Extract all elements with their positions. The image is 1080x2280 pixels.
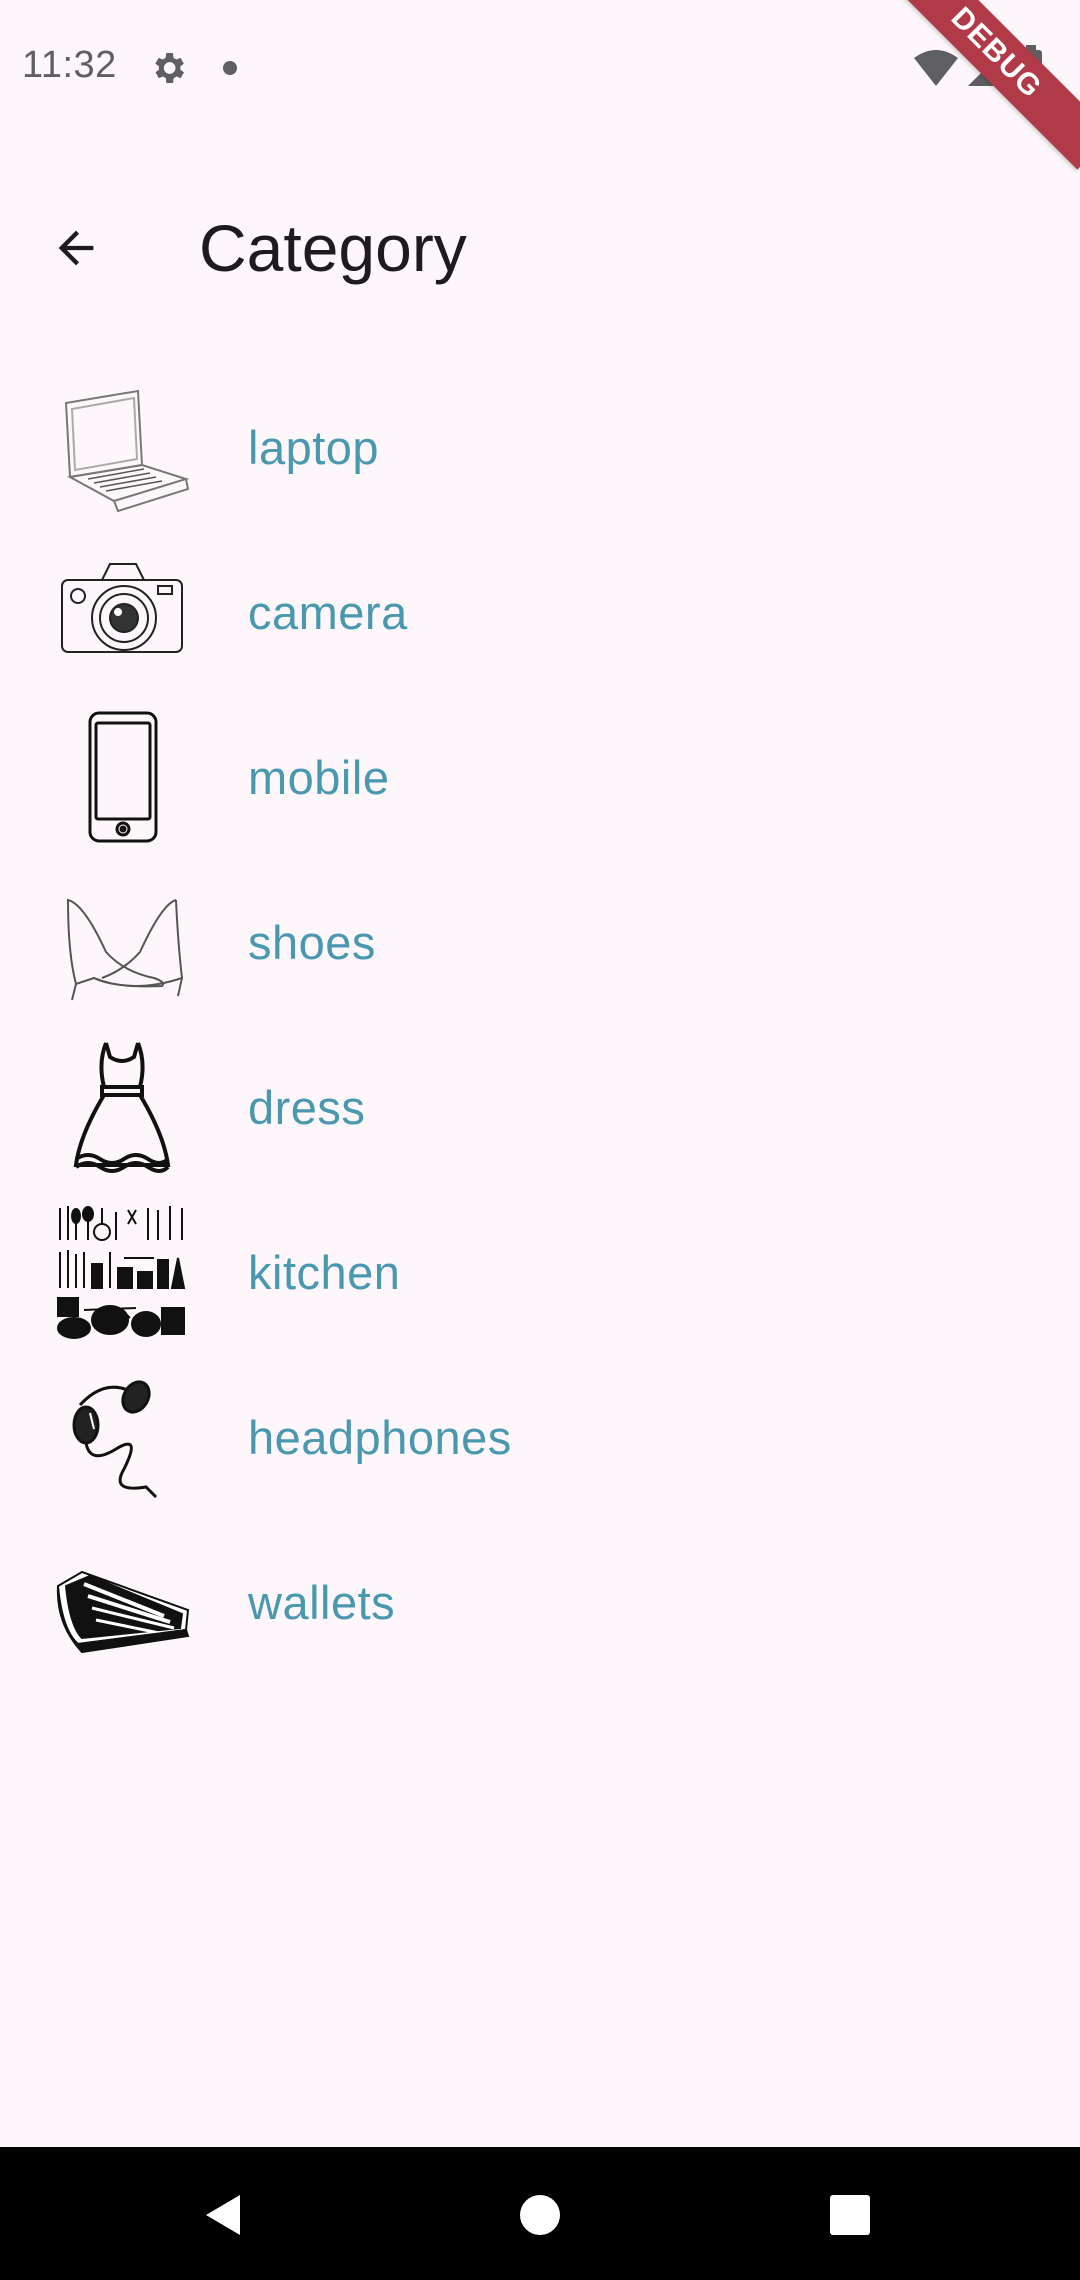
kitchen-icon	[52, 1202, 192, 1342]
category-item-laptop[interactable]: laptop	[0, 365, 1080, 530]
nav-home-button[interactable]	[502, 2177, 578, 2253]
app-bar: Category	[0, 180, 1080, 312]
category-label: wallets	[248, 1576, 396, 1629]
mobile-icon	[52, 707, 192, 847]
category-list: laptop camera mobile shoes dress kitchen…	[0, 365, 1080, 1685]
camera-icon	[52, 542, 192, 682]
arrow-back-icon	[58, 230, 94, 266]
recents-square-icon	[830, 2195, 870, 2235]
notification-dot-icon	[223, 61, 237, 75]
category-item-wallets[interactable]: wallets	[0, 1520, 1080, 1685]
category-label: camera	[248, 586, 408, 639]
category-item-camera[interactable]: camera	[0, 530, 1080, 695]
category-item-mobile[interactable]: mobile	[0, 695, 1080, 860]
home-circle-icon	[520, 2195, 560, 2235]
back-button[interactable]	[38, 210, 114, 286]
nav-recents-button[interactable]	[812, 2177, 888, 2253]
gear-icon	[155, 53, 184, 83]
category-item-kitchen[interactable]: kitchen	[0, 1190, 1080, 1355]
laptop-icon	[52, 377, 192, 517]
shoes-icon	[52, 872, 192, 1012]
status-bar: 11:32	[0, 0, 1080, 135]
dress-icon	[52, 1037, 192, 1177]
page-title: Category	[199, 211, 467, 285]
category-label: shoes	[248, 916, 376, 969]
category-label: kitchen	[248, 1246, 401, 1299]
wallets-icon	[52, 1532, 192, 1672]
category-screen: 11:32 DEBUG Category laptop camera mobil…	[0, 0, 1080, 2280]
category-label: laptop	[248, 421, 380, 474]
category-label: mobile	[248, 751, 390, 804]
nav-back-button[interactable]	[186, 2177, 262, 2253]
back-triangle-icon	[206, 2195, 240, 2235]
status-time: 11:32	[22, 44, 117, 86]
system-nav-bar	[0, 2147, 1080, 2280]
category-item-headphones[interactable]: headphones	[0, 1355, 1080, 1520]
category-item-shoes[interactable]: shoes	[0, 860, 1080, 1025]
wifi-icon	[914, 50, 958, 86]
category-label: dress	[248, 1081, 366, 1134]
category-label: headphones	[248, 1411, 512, 1464]
category-item-dress[interactable]: dress	[0, 1025, 1080, 1190]
headphones-icon	[52, 1367, 192, 1507]
